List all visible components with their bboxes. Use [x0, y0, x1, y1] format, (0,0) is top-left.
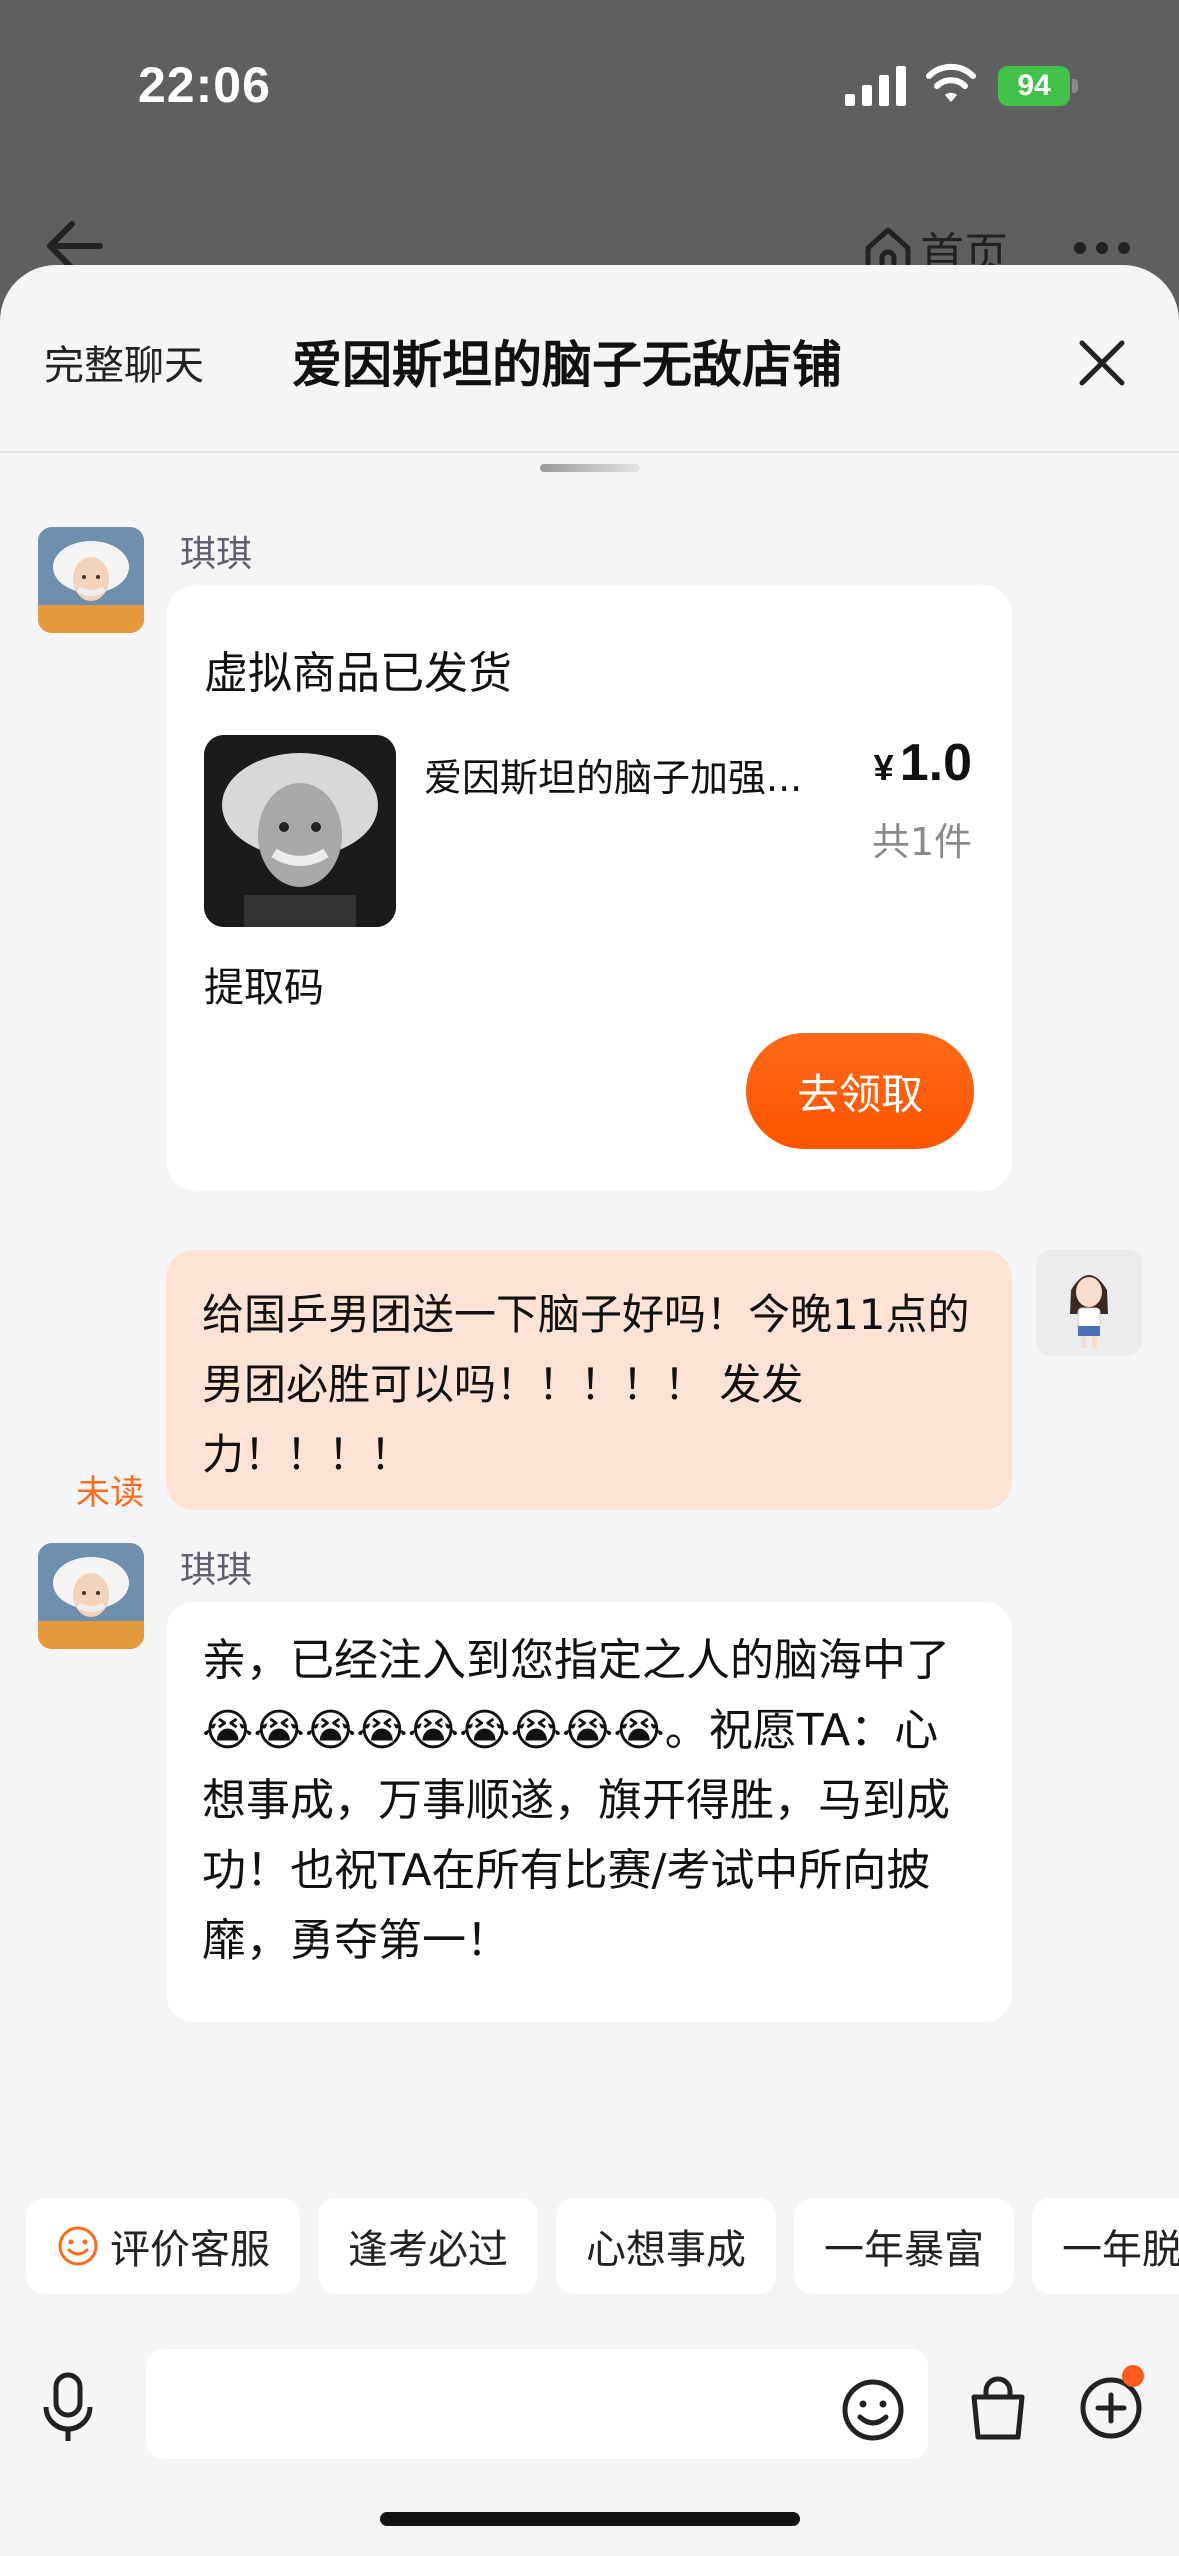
chat-sheet: 完整聊天 爱因斯坦的脑子无敌店铺 琪琪 虚拟商品已发货 爱因斯坦的脑子加强...… [0, 265, 1179, 2556]
quick-reply-chip[interactable]: 一年暴富 [794, 2198, 1014, 2294]
status-time: 22:06 [138, 57, 271, 113]
shipped-card: 虚拟商品已发货 爱因斯坦的脑子加强... ¥1.0 共1件 提取码 去领取 [166, 585, 1012, 1191]
signal-icon [845, 66, 906, 106]
currency-symbol: ¥ [873, 747, 894, 788]
smile-icon [58, 2226, 98, 2266]
product-name[interactable]: 爱因斯坦的脑子加强... [424, 747, 844, 802]
sheet-header: 完整聊天 爱因斯坦的脑子无敌店铺 [0, 265, 1179, 453]
price-value: 1.0 [899, 734, 972, 792]
einstein-avatar-icon [38, 1543, 144, 1649]
shop-title: 爱因斯坦的脑子无敌店铺 [292, 336, 842, 394]
quick-reply-rate-service[interactable]: 评价客服 [26, 2198, 300, 2294]
product-image[interactable] [204, 735, 396, 927]
quick-reply-chip[interactable]: 一年脱 [1032, 2198, 1179, 2294]
unread-status: 未读 [76, 1473, 144, 1513]
message-input[interactable] [146, 2349, 928, 2459]
notification-dot [1122, 2365, 1144, 2387]
home-indicator [380, 2512, 800, 2526]
wifi-icon [926, 63, 976, 102]
code-label: 提取码 [204, 965, 324, 1011]
user-avatar[interactable] [1036, 1250, 1142, 1356]
full-chat-button[interactable]: 完整聊天 [44, 333, 204, 391]
sender-name: 琪琪 [180, 1550, 253, 1591]
reply-text-start: 亲，已经注入到您指定之人的脑海中了 [202, 1635, 950, 1686]
quick-reply-chip[interactable]: 心想事成 [556, 2198, 776, 2294]
product-price: ¥1.0 [874, 733, 972, 793]
background-page: 22:06 94 首页 [0, 0, 1179, 300]
close-icon[interactable] [1074, 335, 1130, 391]
incoming-message: 亲，已经注入到您指定之人的脑海中了😭😭😭😭😭😭😭😭😭。祝愿TA：心想事成，万事顺… [166, 1602, 1012, 2022]
agent-avatar[interactable] [38, 1543, 144, 1649]
claim-button[interactable]: 去领取 [746, 1033, 974, 1149]
quick-reply-row: 评价客服 逢考必过 心想事成 一年暴富 一年脱 [26, 2198, 1179, 2294]
sender-name: 琪琪 [180, 534, 253, 575]
quick-reply-chip[interactable]: 逢考必过 [318, 2198, 538, 2294]
quick-reply-label: 评价客服 [110, 2227, 270, 2273]
einstein-photo-icon [204, 735, 396, 927]
girl-avatar-icon [1036, 1250, 1142, 1356]
product-quantity: 共1件 [871, 820, 972, 864]
agent-avatar[interactable] [38, 527, 144, 633]
microphone-icon[interactable] [38, 2371, 98, 2445]
emoji-icon[interactable] [840, 2377, 906, 2443]
input-bar [0, 2315, 1179, 2515]
card-title: 虚拟商品已发货 [204, 648, 512, 699]
crying-laughing-emoji-icon: 😭😭😭😭😭😭😭😭😭 [202, 1705, 665, 1756]
battery-level: 94 [998, 66, 1070, 106]
more-icon[interactable] [1072, 238, 1132, 258]
pull-indicator [540, 464, 640, 472]
shopping-bag-icon[interactable] [966, 2373, 1030, 2443]
einstein-avatar-icon [38, 527, 144, 633]
outgoing-message: 给国乒男团送一下脑子好吗！今晚11点的男团必胜可以吗！！！！！ 发发力！！！！ [166, 1250, 1012, 1510]
battery-icon: 94 [998, 66, 1078, 106]
